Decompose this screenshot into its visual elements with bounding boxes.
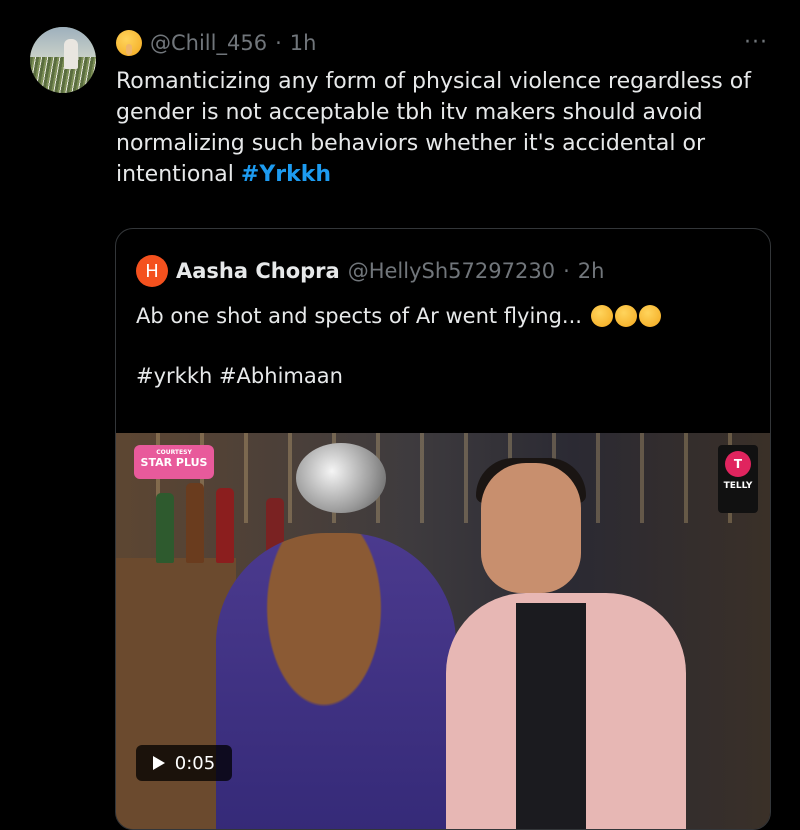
quoted-tweet-header: H Aasha Chopra @HellySh57297230 · 2h	[136, 254, 604, 288]
avatar[interactable]	[30, 27, 96, 93]
quoted-timestamp[interactable]: 2h	[578, 259, 605, 283]
woman-figure	[216, 533, 456, 829]
laughing-emoji-icon	[638, 305, 661, 327]
quoted-display-name[interactable]: Aasha Chopra	[176, 259, 340, 283]
separator: ·	[275, 31, 282, 55]
tweet[interactable]: @Chill_456 · 1h ··· Romanticizing any fo…	[0, 0, 800, 830]
quoted-handle[interactable]: @HellySh57297230	[348, 259, 555, 283]
tweet-text: Romanticizing any form of physical viole…	[116, 66, 776, 190]
more-icon[interactable]: ···	[744, 30, 768, 55]
bottle	[156, 493, 174, 563]
laughing-emoji-icon	[614, 305, 637, 327]
video-player[interactable]: COURTESY STAR PLUS T TELLY 0:05	[116, 433, 770, 829]
tweet-body: Romanticizing any form of physical viole…	[116, 69, 751, 187]
man-shirt	[516, 603, 586, 829]
disco-ball	[296, 443, 386, 513]
video-duration: 0:05	[174, 752, 216, 774]
star-plus-badge: COURTESY STAR PLUS	[134, 445, 214, 479]
quoted-text: Ab one shot and spects of Ar went flying…	[136, 301, 756, 391]
user-handle[interactable]: @Chill_456	[150, 31, 267, 55]
timestamp[interactable]: 1h	[290, 31, 317, 55]
laughing-emoji-icon	[590, 305, 613, 327]
bottle	[186, 483, 204, 563]
tweet-header: @Chill_456 · 1h	[116, 28, 316, 58]
separator: ·	[563, 259, 570, 283]
quoted-body: Ab one shot and spects of Ar went flying…	[136, 304, 582, 328]
play-icon[interactable]	[152, 756, 165, 770]
quoted-tweet[interactable]: H Aasha Chopra @HellySh57297230 · 2h Ab …	[115, 228, 771, 830]
shushing-face-emoji-icon	[116, 30, 142, 56]
hashtag-link[interactable]: #Yrkkh	[241, 162, 331, 187]
video-timer[interactable]: 0:05	[136, 745, 232, 781]
telly-badge: T TELLY	[718, 445, 758, 513]
man-head	[481, 463, 581, 593]
quoted-hashtags[interactable]: #yrkkh #Abhimaan	[136, 361, 756, 391]
quoted-avatar[interactable]: H	[136, 255, 168, 287]
bottle	[216, 488, 234, 563]
